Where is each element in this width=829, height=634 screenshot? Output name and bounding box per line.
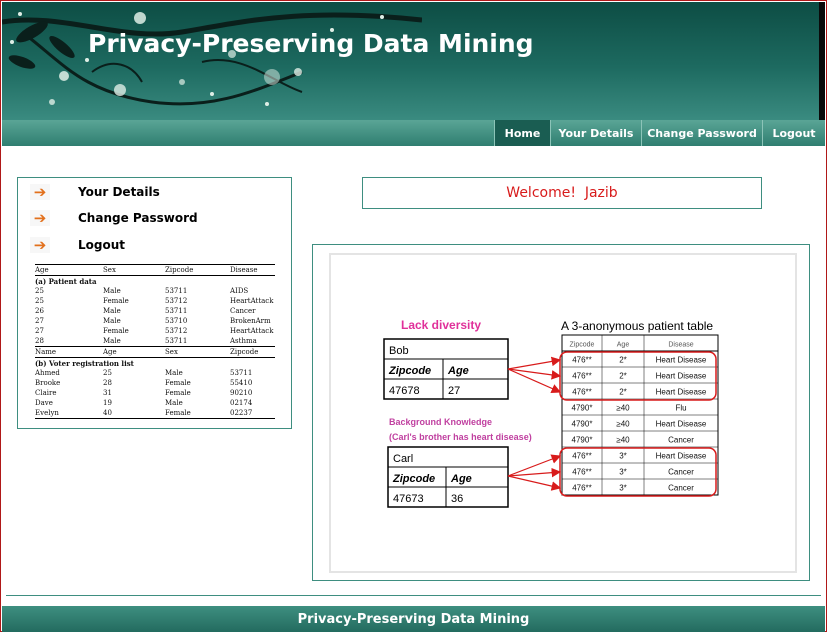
table-rule: [35, 418, 275, 419]
decorative-vine-graphic: [2, 12, 422, 106]
nav-home[interactable]: Home: [494, 120, 550, 146]
svg-text:47678: 47678: [389, 385, 420, 397]
table-row: Brooke 28 Female 55410: [35, 379, 253, 387]
welcome-message: Welcome! Jazib: [362, 177, 762, 209]
table-cell: Heart Disease: [656, 372, 707, 381]
table-header-cell: Zipcode: [570, 342, 595, 349]
patient-table-body: 25 Male 53711 AIDS 25 Female 53712 HeartAttack 2…: [35, 286, 275, 346]
anonymous-patient-table: Zipcode Age Disease 476** 2* Heart Disease 476…: [561, 334, 719, 496]
table-cell: Heart Disease: [656, 356, 707, 365]
sample-data-tables-image: Age Sex Zipcode Disease (a) Patient data…: [35, 264, 275, 419]
table-row: 26 Male 53711 Cancer: [35, 307, 256, 315]
sidebar-item-label[interactable]: Change Password: [78, 211, 198, 225]
main-content-panel: Lack diversity A 3-anonymous patient tab…: [312, 244, 810, 581]
svg-text:Zipcode: Zipcode: [392, 473, 435, 485]
top-nav: Home Your Details Change Password Logout: [2, 120, 825, 146]
site-footer: Privacy-Preserving Data Mining: [2, 606, 825, 632]
sidebar-item-logout[interactable]: ➔ Logout: [30, 235, 125, 255]
table-cell: Flu: [675, 404, 686, 413]
arrow-right-icon: ➔: [30, 236, 50, 254]
sidebar-item-label[interactable]: Logout: [78, 238, 125, 252]
carl-record-table: Carl Zipcode Age 47673 36: [387, 446, 509, 508]
table-cell: 3*: [619, 484, 627, 493]
table-cell: 476**: [572, 388, 592, 397]
table-cell: Cancer: [668, 484, 694, 493]
table-row: 27 Female 53712 HeartAttack: [35, 327, 274, 335]
table-cell: Heart Disease: [656, 452, 707, 461]
table-row: Ahmed 25 Male 53711: [35, 369, 253, 377]
table-cell: 476**: [572, 468, 592, 477]
table-cell: Cancer: [668, 436, 694, 445]
table-header-cell: Disease: [668, 342, 693, 349]
table-cell: 2*: [619, 356, 627, 365]
nav-change-password[interactable]: Change Password: [641, 120, 762, 146]
anonymous-table-title: A 3-anonymous patient table: [561, 319, 713, 333]
bob-record-table: Bob Zipcode Age 47678 27: [383, 338, 509, 400]
site-header: Privacy-Preserving Data Mining: [2, 2, 825, 120]
sidebar-item-change-password[interactable]: ➔ Change Password: [30, 208, 198, 228]
table-row: 25 Female 53712 HeartAttack: [35, 297, 274, 305]
linkage-arrows: [507, 356, 562, 491]
svg-text:Zipcode: Zipcode: [388, 365, 431, 377]
k-anonymity-figure: Lack diversity A 3-anonymous patient tab…: [329, 253, 797, 573]
table-row: Evelyn 40 Female 02237: [35, 409, 253, 417]
table-cell: 476**: [572, 452, 592, 461]
table-row: 25 Male 53711 AIDS: [35, 287, 249, 295]
table-cell: Cancer: [668, 468, 694, 477]
voter-table-header: Name Age Sex Zipcode: [35, 348, 259, 356]
svg-text:Age: Age: [450, 473, 472, 485]
nav-logout[interactable]: Logout: [762, 120, 825, 146]
carl-name: Carl: [393, 453, 413, 465]
table-row: 27 Male 53710 BrokenArm: [35, 317, 271, 325]
table-cell: 3*: [619, 452, 627, 461]
table-cell: 476**: [572, 484, 592, 493]
table-cell: Heart Disease: [656, 420, 707, 429]
patient-table-caption: (a) Patient data: [35, 276, 97, 286]
site-title: Privacy-Preserving Data Mining: [88, 29, 534, 58]
arrow-right-icon: ➔: [30, 209, 50, 227]
table-cell: Heart Disease: [656, 388, 707, 397]
table-row: 28 Male 53711 Asthma: [35, 337, 257, 345]
bob-name: Bob: [389, 345, 409, 357]
arrow-right-icon: ➔: [30, 183, 50, 201]
table-cell: 4790*: [572, 404, 593, 413]
table-cell: 4790*: [572, 420, 593, 429]
table-row: Claire 31 Female 90210: [35, 389, 253, 397]
lack-diversity-label: Lack diversity: [401, 318, 481, 332]
sidebar-item-label[interactable]: Your Details: [78, 185, 160, 199]
voter-table-body: Ahmed 25 Male 53711 Brooke 28 Female 55410 Clair…: [35, 368, 275, 418]
bottom-divider: [6, 595, 821, 596]
background-knowledge-note: (Carl's brother has heart disease): [389, 432, 532, 442]
table-cell: 476**: [572, 372, 592, 381]
sidebar-item-your-details[interactable]: ➔ Your Details: [30, 182, 160, 202]
svg-text:Age: Age: [447, 365, 469, 377]
table-cell: 4790*: [572, 436, 593, 445]
background-knowledge-label: Background Knowledge: [389, 417, 492, 427]
table-cell: ≥40: [616, 436, 630, 445]
table-cell: 2*: [619, 372, 627, 381]
table-cell: 2*: [619, 388, 627, 397]
svg-text:47673: 47673: [393, 493, 424, 505]
patient-table-header: Age Sex Zipcode Disease: [35, 266, 258, 274]
table-cell: ≥40: [616, 404, 630, 413]
header-edge-shade: [819, 2, 825, 120]
sidebar: ➔ Your Details ➔ Change Password ➔ Logou…: [17, 177, 292, 429]
k-anonymity-diagram: Lack diversity A 3-anonymous patient tab…: [383, 318, 719, 508]
table-cell: ≥40: [616, 420, 630, 429]
nav-your-details[interactable]: Your Details: [550, 120, 641, 146]
table-cell: 476**: [572, 356, 592, 365]
svg-text:27: 27: [448, 385, 460, 397]
voter-table-caption: (b) Voter registration list: [35, 358, 134, 368]
table-cell: 3*: [619, 468, 627, 477]
svg-text:36: 36: [451, 493, 463, 505]
table-row: Dave 19 Male 02174: [35, 399, 253, 407]
table-header-cell: Age: [617, 342, 630, 349]
